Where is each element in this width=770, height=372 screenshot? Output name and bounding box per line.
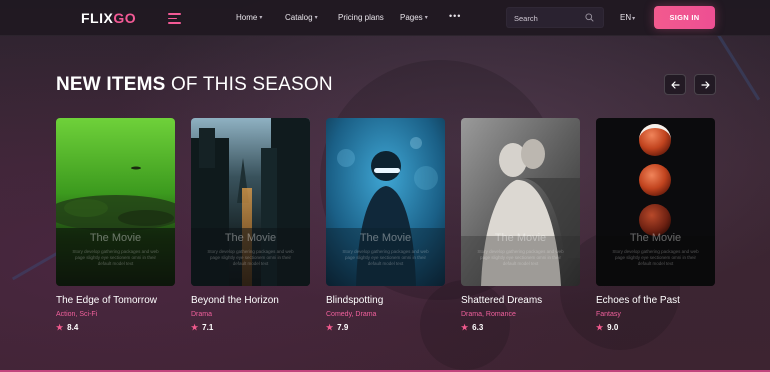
section-title: NEW ITEMS OF THIS SEASON (56, 74, 333, 96)
movie-title[interactable]: Echoes of the Past (596, 295, 715, 306)
nav-pages-label: Pages (400, 13, 423, 22)
section-title-light: OF THIS SEASON (165, 74, 333, 95)
movie-card[interactable]: The Movie Story develop gathering packag… (326, 118, 445, 332)
poster-blurb: Story develop gathering packages and web… (477, 249, 564, 266)
menu-bar (168, 22, 181, 24)
movie-card[interactable]: The Movie Story develop gathering packag… (191, 118, 310, 332)
poster-title: The Movie (359, 232, 412, 244)
language-selector[interactable]: EN▾ (620, 13, 635, 22)
poster-blurb: Story develop gathering packages and web… (72, 249, 159, 266)
poster-title: The Movie (224, 232, 277, 244)
logo-accent: GO (113, 10, 137, 26)
nav-catalog[interactable]: Catalog ▾ (285, 13, 318, 22)
movie-genres[interactable]: Action, Sci-Fi (56, 311, 175, 318)
nav-home-label: Home (236, 13, 258, 22)
poster-title: The Movie (629, 232, 682, 244)
arrow-right-icon (700, 80, 710, 89)
nav-pricing[interactable]: Pricing plans (338, 13, 384, 22)
movie-rating: ★ 8.4 (56, 323, 175, 332)
poster-blurb: Story develop gathering packages and web… (207, 249, 294, 266)
rating-value: 7.1 (202, 323, 214, 332)
menu-toggle-icon[interactable] (168, 13, 182, 24)
star-icon: ★ (596, 323, 604, 332)
chevron-down-icon: ▾ (424, 15, 428, 21)
language-label: EN (620, 13, 632, 22)
chevron-down-icon: ▾ (259, 15, 263, 21)
menu-bar (168, 13, 181, 15)
carousel-prev-button[interactable] (664, 74, 686, 95)
star-icon: ★ (326, 323, 334, 332)
star-icon: ★ (56, 323, 64, 332)
section-title-bold: NEW ITEMS (56, 74, 166, 95)
poster-title: The Movie (494, 232, 547, 244)
movie-genres[interactable]: Comedy, Drama (326, 311, 445, 318)
movie-genres[interactable]: Drama, Romance (461, 311, 580, 318)
rating-value: 7.9 (337, 323, 349, 332)
movie-rating: ★ 6.3 (461, 323, 580, 332)
movie-title[interactable]: The Edge of Tomorrow (56, 295, 175, 306)
movie-rating: ★ 9.0 (596, 323, 715, 332)
star-icon: ★ (461, 323, 469, 332)
nav-pages[interactable]: Pages ▾ (400, 13, 428, 22)
arrow-left-icon (670, 80, 680, 89)
poster-title: The Movie (89, 232, 142, 244)
movie-poster[interactable]: The Movie Story develop gathering packag… (596, 118, 715, 286)
movie-title[interactable]: Blindspotting (326, 295, 445, 306)
poster-blurb: Story develop gathering packages and web… (342, 249, 429, 266)
rating-value: 8.4 (67, 323, 79, 332)
star-icon: ★ (191, 323, 199, 332)
movie-card[interactable]: The Movie Story develop gathering packag… (56, 118, 175, 332)
movie-card[interactable]: The Movie Story develop gathering packag… (461, 118, 580, 332)
movie-poster[interactable]: The Movie Story develop gathering packag… (191, 118, 310, 286)
movie-title[interactable]: Beyond the Horizon (191, 295, 310, 306)
site-header: FLIXGO Home ▾ Catalog ▾ Pricing plans Page… (0, 0, 770, 36)
movie-poster[interactable]: The Movie Story develop gathering packag… (326, 118, 445, 286)
logo-main: FLIX (81, 10, 114, 26)
movie-rating: ★ 7.9 (326, 323, 445, 332)
movie-poster[interactable]: The Movie Story develop gathering packag… (461, 118, 580, 286)
chevron-down-icon: ▾ (632, 16, 636, 22)
logo[interactable]: FLIXGO (81, 10, 136, 26)
rating-value: 9.0 (607, 323, 619, 332)
movie-title[interactable]: Shattered Dreams (461, 295, 580, 306)
movie-poster[interactable]: The Movie Story develop gathering packag… (56, 118, 175, 286)
movie-genres[interactable]: Drama (191, 311, 310, 318)
rating-value: 6.3 (472, 323, 484, 332)
poster-blurb: Story develop gathering packages and web… (612, 249, 699, 266)
search-icon[interactable] (585, 13, 594, 22)
more-menu-button[interactable]: ••• (449, 11, 461, 21)
movie-card[interactable]: The Movie Story develop gathering packag… (596, 118, 715, 332)
search-box (506, 7, 604, 28)
movie-rating: ★ 7.1 (191, 323, 310, 332)
menu-bar (168, 17, 177, 19)
nav-pricing-label: Pricing plans (338, 13, 384, 22)
chevron-down-icon: ▾ (314, 15, 318, 21)
search-input[interactable] (514, 11, 582, 25)
carousel-next-button[interactable] (694, 74, 716, 95)
nav-catalog-label: Catalog (285, 13, 313, 22)
nav-home[interactable]: Home ▾ (236, 13, 262, 22)
sign-in-button[interactable]: SIGN IN (654, 6, 715, 29)
movie-genres[interactable]: Fantasy (596, 311, 715, 318)
